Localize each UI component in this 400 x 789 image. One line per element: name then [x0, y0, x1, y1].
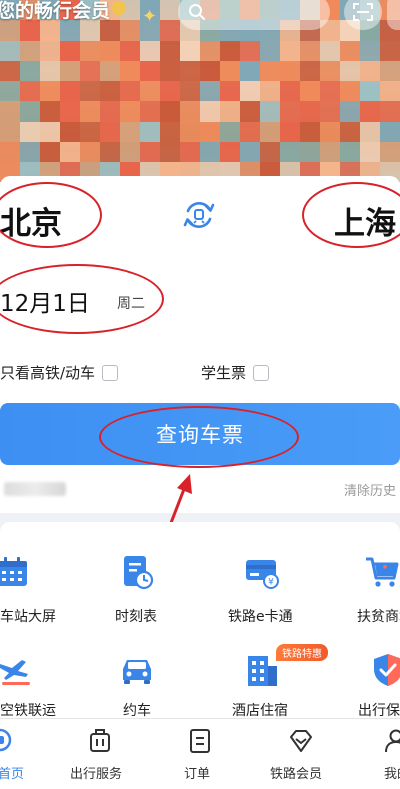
service-grid: 车站大屏 时刻表 ¥ 铁路e卡通 扶贫商城 — [0, 522, 400, 719]
service-label: 扶贫商城 — [357, 609, 400, 625]
student-ticket-option[interactable]: 学生票 — [201, 362, 270, 383]
departure-date[interactable]: 12月1日 — [0, 284, 90, 318]
student-ticket-label: 学生票 — [201, 364, 247, 382]
person-icon — [385, 729, 400, 753]
member-title[interactable]: 您的畅行会员 — [0, 0, 127, 23]
banner-side-tab[interactable] — [387, 0, 400, 30]
vip-badge-icon — [112, 1, 127, 15]
diamond-icon — [290, 730, 312, 752]
student-ticket-checkbox[interactable] — [253, 364, 270, 381]
station-screen-icon — [0, 557, 27, 586]
high-speed-only-checkbox[interactable] — [102, 364, 119, 381]
svg-text:¥: ¥ — [268, 578, 274, 588]
rail-deal-badge: 铁路特惠 — [276, 644, 328, 661]
tab-home[interactable]: 首页 — [0, 719, 40, 789]
sparkle-icon: ✦ — [142, 6, 158, 27]
service-label: 出行保险 — [358, 703, 400, 719]
service-label: 时刻表 — [115, 609, 157, 625]
departure-weekday: 周二 — [117, 296, 145, 312]
air-rail-icon — [0, 660, 30, 685]
arrival-city[interactable]: 上海 — [334, 198, 396, 243]
tab-label: 我的 — [384, 767, 400, 782]
hotel-building-icon — [248, 656, 277, 686]
promo-banner[interactable]: 您的畅行会员 ✦ — [0, 0, 400, 182]
tab-rail-membership[interactable]: 铁路会员 — [260, 719, 340, 789]
insurance-shield-icon — [374, 654, 400, 686]
search-icon — [189, 4, 205, 20]
timetable-icon — [124, 556, 154, 590]
swap-cities-icon[interactable] — [181, 197, 217, 233]
luggage-icon — [90, 729, 110, 752]
bottom-tab-bar: 首页 出行服务 订单 铁路会员 我的 — [0, 718, 400, 789]
ecard-icon: ¥ — [246, 560, 279, 589]
home-train-icon — [0, 728, 12, 752]
service-label: 空铁联运 — [0, 703, 56, 719]
tab-label: 订单 — [184, 767, 211, 782]
search-tickets-button[interactable]: 查询车票 — [0, 403, 400, 465]
high-speed-only-option[interactable]: 只看高铁/动车 — [0, 362, 119, 383]
search-history-item[interactable] — [4, 482, 66, 496]
member-title-text: 您的畅行会员 — [0, 0, 111, 22]
tab-travel-services[interactable]: 出行服务 — [60, 719, 140, 789]
high-speed-only-label: 只看高铁/动车 — [0, 364, 96, 382]
service-label: 酒店住宿 — [232, 703, 288, 719]
tab-profile[interactable]: 我的 — [360, 719, 400, 789]
ticket-search-card: 北京 上海 12月1日 周二 只看高铁/动车 学生票 查询车票 清除历史 — [0, 176, 400, 513]
car-icon — [123, 660, 151, 684]
service-label: 车站大屏 — [0, 609, 56, 625]
service-label: 约车 — [123, 703, 151, 719]
shopping-cart-icon — [366, 557, 399, 587]
departure-city[interactable]: 北京 — [0, 198, 62, 243]
tab-label: 首页 — [0, 767, 25, 782]
tab-orders[interactable]: 订单 — [160, 719, 240, 789]
scan-icon — [353, 3, 373, 21]
search-box[interactable] — [178, 0, 330, 30]
clear-history-link[interactable]: 清除历史 — [344, 480, 396, 499]
tab-label: 铁路会员 — [270, 767, 323, 782]
order-list-icon — [190, 729, 210, 753]
tab-label: 出行服务 — [70, 767, 123, 782]
service-label: 铁路e卡通 — [228, 609, 293, 625]
